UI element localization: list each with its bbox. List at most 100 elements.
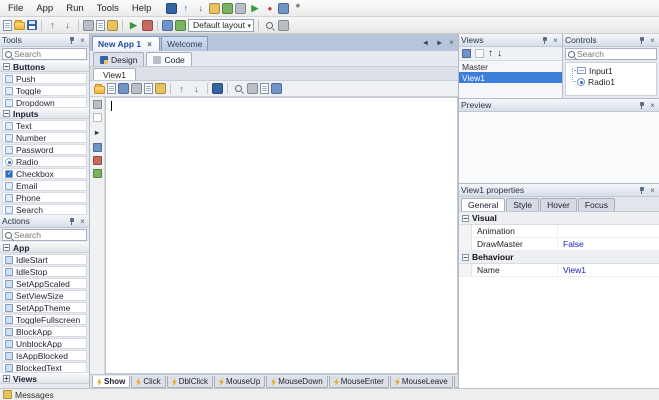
pin-icon[interactable]: [638, 186, 646, 195]
tool-item-radio[interactable]: Radio: [2, 156, 87, 167]
pin-icon[interactable]: [638, 101, 646, 110]
insert-icon[interactable]: [118, 83, 129, 94]
new-app-icon[interactable]: [3, 19, 12, 31]
tab-general[interactable]: General: [461, 198, 506, 211]
action-item-setviewsize[interactable]: SetViewSize: [2, 290, 87, 301]
action-item-blockapp[interactable]: BlockApp: [2, 326, 87, 337]
save-icon[interactable]: [27, 20, 37, 30]
cut-icon[interactable]: [83, 19, 94, 31]
image-icon[interactable]: [175, 19, 186, 31]
bookmark-icon[interactable]: [247, 83, 258, 94]
tree-item-radio1[interactable]: Radio1: [568, 76, 654, 87]
event-tab-show[interactable]: Show: [92, 376, 131, 388]
check-code-icon[interactable]: [92, 169, 102, 178]
group-visual[interactable]: Visual: [459, 212, 659, 225]
tab-view1[interactable]: View1: [93, 68, 136, 80]
move-down-icon[interactable]: ↓: [497, 48, 502, 59]
action-item-idlestart[interactable]: IdleStart: [2, 254, 87, 265]
event-tab-keyup[interactable]: KeyUp: [453, 376, 458, 388]
action-item-idlestop[interactable]: IdleStop: [2, 266, 87, 277]
tool-item-toggle[interactable]: Toggle: [2, 85, 87, 96]
pin-icon[interactable]: [541, 36, 549, 45]
menu-app[interactable]: App: [30, 2, 59, 15]
cursor-tool-icon[interactable]: [92, 113, 102, 122]
search-icon[interactable]: [263, 19, 276, 32]
scroll-right-icon[interactable]: [433, 36, 446, 49]
close-icon[interactable]: [78, 36, 87, 45]
action-item-togglefullscreen[interactable]: ToggleFullscreen: [2, 314, 87, 325]
settings-icon[interactable]: [278, 19, 289, 31]
undo-icon[interactable]: [46, 19, 59, 32]
pointer-icon[interactable]: [91, 126, 104, 139]
section-views[interactable]: Views: [0, 373, 89, 384]
close-icon[interactable]: [648, 101, 657, 110]
tool-item-search[interactable]: Search: [2, 204, 87, 215]
download-icon[interactable]: [194, 2, 207, 15]
tool-item-phone[interactable]: Phone: [2, 192, 87, 203]
undo-icon[interactable]: [175, 82, 188, 95]
section-app[interactable]: App: [0, 242, 89, 253]
actions-search[interactable]: [2, 229, 87, 241]
record-icon[interactable]: [263, 2, 276, 15]
tool-item-checkbox[interactable]: Checkbox: [2, 168, 87, 179]
play-icon[interactable]: [248, 2, 261, 15]
layout-combo[interactable]: Default layout: [188, 18, 254, 32]
settings-icon[interactable]: [291, 2, 304, 15]
action-item-setappscaled[interactable]: SetAppScaled: [2, 278, 87, 289]
new-page-icon[interactable]: [107, 83, 116, 94]
print-icon[interactable]: [260, 83, 269, 94]
paste-icon[interactable]: [107, 19, 118, 31]
event-tab-click[interactable]: Click: [131, 376, 166, 388]
menu-run[interactable]: Run: [60, 2, 89, 15]
view-list-item-view1[interactable]: View1: [459, 72, 562, 83]
monitor-icon[interactable]: [166, 2, 178, 14]
tool-item-password[interactable]: Password: [2, 144, 87, 155]
prop-value[interactable]: View1: [558, 265, 659, 275]
pin-icon[interactable]: [638, 36, 646, 45]
redo-icon[interactable]: [61, 19, 74, 32]
group-behaviour[interactable]: Behaviour: [459, 251, 659, 264]
prop-row-animation[interactable]: Animation: [459, 225, 659, 238]
stop-icon[interactable]: [142, 19, 153, 31]
run-icon[interactable]: [127, 19, 140, 32]
format-icon[interactable]: [212, 83, 223, 94]
blocks-icon[interactable]: [235, 2, 247, 14]
copy-icon[interactable]: [96, 19, 105, 31]
event-tab-dblclick[interactable]: DblClick: [166, 376, 214, 388]
menu-file[interactable]: File: [2, 2, 29, 15]
find-icon[interactable]: [232, 82, 245, 95]
tools-search[interactable]: [2, 48, 87, 60]
tool-item-email[interactable]: Email: [2, 180, 87, 191]
collapse-icon[interactable]: [462, 214, 469, 222]
pin-icon[interactable]: [68, 36, 76, 45]
menu-help[interactable]: Help: [126, 2, 158, 15]
open-icon[interactable]: [94, 83, 105, 94]
prop-row-name[interactable]: Name View1: [459, 264, 659, 277]
actions-search-input[interactable]: [14, 230, 84, 240]
event-tab-mousedown[interactable]: MouseDown: [266, 376, 328, 388]
close-icon[interactable]: [648, 186, 657, 195]
expand-icon[interactable]: [3, 375, 10, 382]
upload-icon[interactable]: [179, 2, 192, 15]
layout-icon[interactable]: [278, 2, 290, 14]
grid-icon[interactable]: [162, 19, 173, 31]
export-icon[interactable]: [222, 2, 234, 14]
collapse-icon[interactable]: [3, 244, 10, 251]
move-up-icon[interactable]: ↑: [488, 48, 493, 59]
tab-style[interactable]: Style: [506, 198, 540, 211]
tab-design[interactable]: Design: [93, 52, 145, 66]
close-tab-icon[interactable]: [145, 40, 154, 49]
event-tab-mouseleave[interactable]: MouseLeave: [389, 376, 453, 388]
cut-icon[interactable]: [131, 83, 142, 94]
duplicate-view-icon[interactable]: [475, 49, 484, 58]
action-item-isappblocked[interactable]: IsAppBlocked: [2, 350, 87, 361]
menu-tools[interactable]: Tools: [91, 2, 125, 15]
action-item-setapptheme[interactable]: SetAppTheme: [2, 302, 87, 313]
paste-icon[interactable]: [155, 83, 166, 94]
error-list-icon[interactable]: [92, 156, 102, 165]
collapse-icon[interactable]: [462, 253, 469, 261]
tab-focus[interactable]: Focus: [577, 198, 615, 211]
tool-item-number[interactable]: Number: [2, 132, 87, 143]
collapse-icon[interactable]: [3, 110, 10, 117]
collapse-icon[interactable]: [3, 63, 10, 70]
